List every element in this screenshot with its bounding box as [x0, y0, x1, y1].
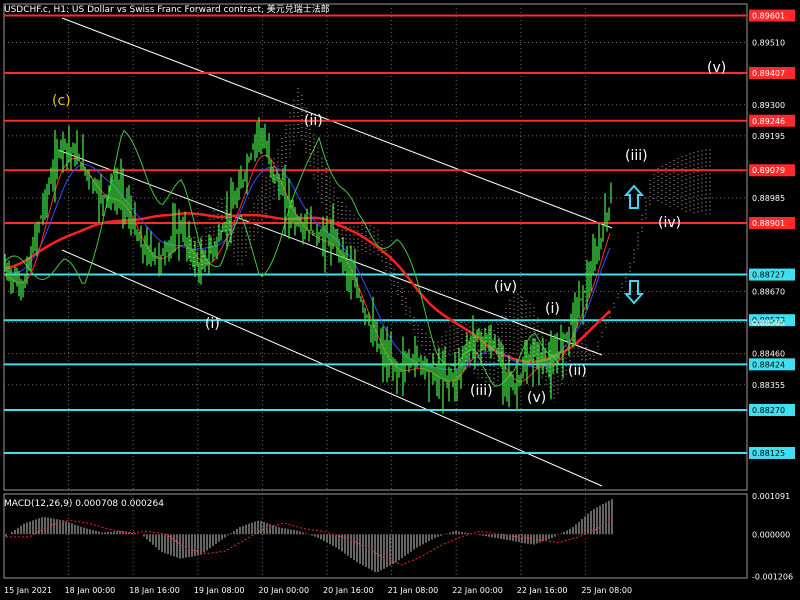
price-chart: (c) (ii) (i) (iii) (iv) (v) (i) (ii) (iii) (iv) (v… — [0, 0, 800, 600]
wave-label: (i) — [205, 316, 220, 332]
time-tick: 25 Jan 08:00 — [581, 586, 632, 595]
wave-label: (iv) — [658, 215, 681, 231]
price-tick: 0.88565 — [752, 319, 785, 328]
time-tick: 22 Jan 00:00 — [452, 586, 503, 595]
wave-label: (i) — [545, 301, 560, 317]
time-tick: 20 Jan 00:00 — [258, 586, 309, 595]
time-tick: 18 Jan 16:00 — [129, 586, 180, 595]
macd-tick: 0.001091 — [752, 492, 790, 501]
wave-label: (iv) — [494, 279, 517, 295]
macd-tick: -0.001206 — [752, 572, 793, 581]
time-tick: 15 Jan 2021 — [4, 586, 52, 595]
price-tick: 0.89300 — [752, 101, 785, 110]
price-tick: 0.89195 — [752, 132, 785, 141]
macd-label: MACD(12,26,9) 0.000708 0.000264 — [4, 499, 164, 509]
wave-label: (iii) — [470, 383, 493, 399]
price-tag-label: 0.89601 — [752, 12, 785, 21]
price-tick: 0.88355 — [752, 381, 785, 390]
price-tag-label: 0.89079 — [752, 166, 785, 175]
time-tick: 22 Jan 16:00 — [517, 586, 568, 595]
time-tick: 18 Jan 00:00 — [65, 586, 116, 595]
price-tag-label: 0.88727 — [752, 271, 785, 280]
time-tick: 19 Jan 08:00 — [194, 586, 245, 595]
price-tag-label: 0.89246 — [752, 117, 785, 126]
time-tick: 20 Jan 16:00 — [323, 586, 374, 595]
price-tick: 0.89510 — [752, 39, 785, 48]
time-tick: 21 Jan 08:00 — [388, 586, 439, 595]
price-tag-label: 0.88901 — [752, 219, 785, 228]
price-tick: 0.88460 — [752, 350, 785, 359]
wave-label: (ii) — [304, 113, 323, 129]
chart-title: USDCHF.c, H1: US Dollar vs Swiss Franc F… — [4, 3, 330, 15]
wave-label: (v) — [527, 390, 546, 406]
price-tag-label: 0.88125 — [752, 449, 785, 458]
price-tick: 0.88670 — [752, 287, 785, 296]
wave-label: (iii) — [625, 148, 648, 164]
macd-tick: 0.000000 — [752, 530, 790, 539]
wave-label: (c) — [52, 93, 71, 109]
price-tag-label: 0.89407 — [752, 69, 785, 78]
wave-label: (v) — [707, 60, 726, 76]
price-tag-label: 0.88270 — [752, 406, 785, 415]
wave-label: (ii) — [568, 363, 587, 379]
price-tag-label: 0.88424 — [752, 360, 785, 369]
price-tick: 0.88985 — [752, 194, 785, 203]
